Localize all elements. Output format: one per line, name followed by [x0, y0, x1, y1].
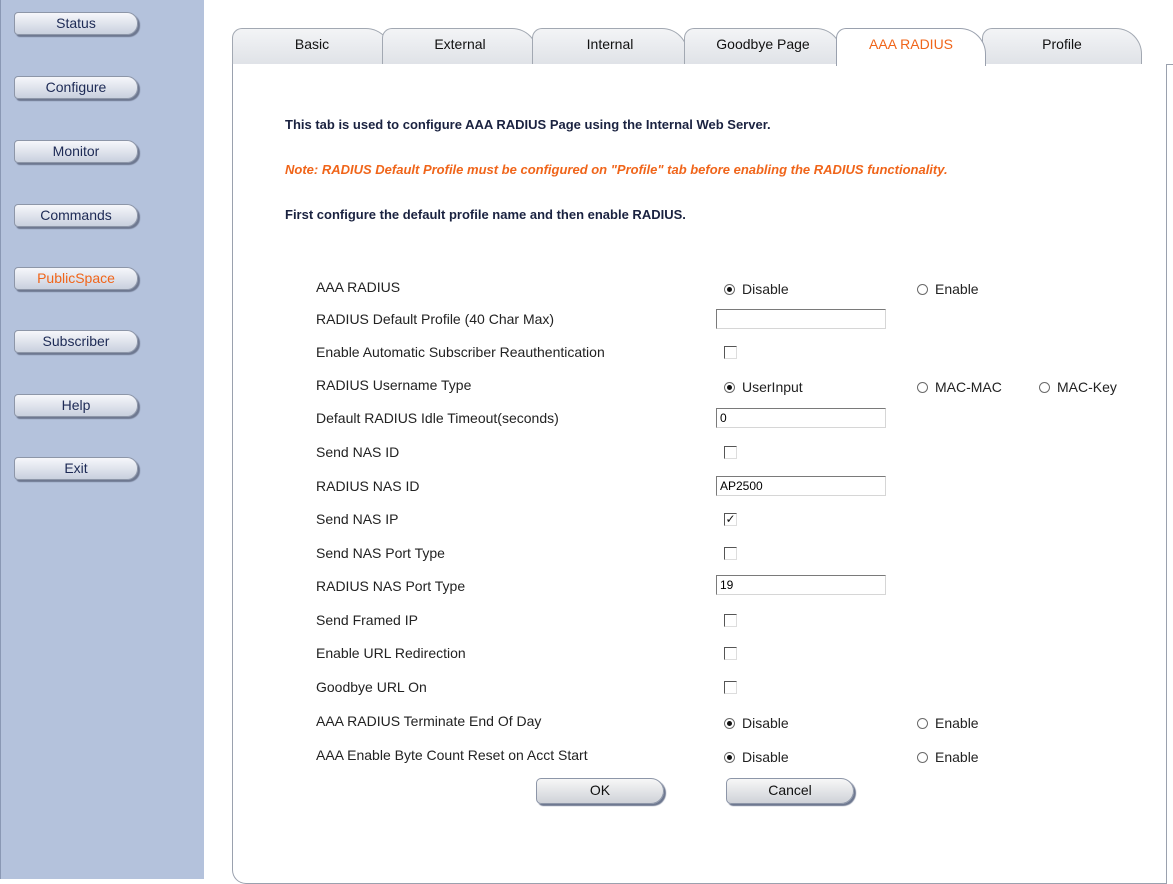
- radio-selected-icon: [724, 382, 735, 393]
- sidebar: Status Configure Monitor Commands Public…: [0, 0, 204, 879]
- radio-unselected-icon: [917, 382, 928, 393]
- send-nas-id-label: Send NAS ID: [316, 444, 400, 460]
- default-profile-input[interactable]: [716, 309, 886, 329]
- byte-reset-enable-radio[interactable]: Enable: [917, 749, 979, 765]
- send-nas-ip-label: Send NAS IP: [316, 511, 399, 527]
- aaa-radius-label: AAA RADIUS: [316, 279, 401, 295]
- username-type-label: RADIUS Username Type: [316, 377, 472, 393]
- idle-timeout-input[interactable]: [716, 408, 886, 428]
- tab-basic[interactable]: Basic: [232, 28, 392, 65]
- nas-port-type-label: RADIUS NAS Port Type: [316, 578, 466, 594]
- nav-configure-button[interactable]: Configure: [14, 76, 138, 99]
- nav-commands-button[interactable]: Commands: [14, 204, 138, 227]
- nav-status-button[interactable]: Status: [14, 12, 138, 35]
- nav-help-button[interactable]: Help: [14, 394, 138, 417]
- terminate-eod-enable-radio[interactable]: Enable: [917, 715, 979, 731]
- username-mac-mac-radio[interactable]: MAC-MAC: [917, 379, 1002, 395]
- radio-unselected-icon: [917, 752, 928, 763]
- nas-id-label: RADIUS NAS ID: [316, 478, 420, 494]
- send-nas-id-checkbox[interactable]: [724, 446, 737, 459]
- byte-reset-label: AAA Enable Byte Count Reset on Acct Star…: [316, 747, 588, 763]
- terminate-eod-disable-radio[interactable]: Disable: [724, 715, 789, 731]
- aaa-radius-enable-radio[interactable]: Enable: [917, 281, 979, 297]
- radio-selected-icon: [724, 718, 735, 729]
- radio-selected-icon: [724, 752, 735, 763]
- send-framed-ip-label: Send Framed IP: [316, 612, 418, 628]
- goodbye-url-label: Goodbye URL On: [316, 679, 427, 695]
- nas-port-type-input[interactable]: [716, 575, 886, 595]
- url-redirect-checkbox[interactable]: [724, 647, 737, 660]
- default-profile-label: RADIUS Default Profile (40 Char Max): [316, 311, 555, 327]
- idle-timeout-label: Default RADIUS Idle Timeout(seconds): [316, 410, 559, 426]
- radio-unselected-icon: [917, 718, 928, 729]
- send-nas-port-type-label: Send NAS Port Type: [316, 545, 445, 561]
- tab-goodbye-page[interactable]: Goodbye Page: [684, 28, 842, 65]
- tab-aaa-radius[interactable]: AAA RADIUS: [836, 28, 986, 66]
- terminate-eod-label: AAA RADIUS Terminate End Of Day: [316, 713, 542, 729]
- cancel-button[interactable]: Cancel: [726, 778, 854, 804]
- url-redirect-label: Enable URL Redirection: [316, 645, 466, 661]
- ok-button[interactable]: OK: [536, 778, 664, 804]
- auto-reauth-label: Enable Automatic Subscriber Reauthentica…: [316, 344, 605, 360]
- send-framed-ip-checkbox[interactable]: [724, 614, 737, 627]
- radio-unselected-icon: [1039, 382, 1050, 393]
- nas-id-input[interactable]: [716, 476, 886, 496]
- send-nas-ip-checkbox[interactable]: ✓: [724, 513, 737, 526]
- radio-unselected-icon: [917, 284, 928, 295]
- nav-publicspace-button[interactable]: PublicSpace: [14, 267, 138, 290]
- nav-subscriber-button[interactable]: Subscriber: [14, 330, 138, 353]
- instruction-text: First configure the default profile name…: [285, 207, 686, 222]
- tab-internal[interactable]: Internal: [532, 28, 688, 65]
- tab-external[interactable]: External: [382, 28, 538, 65]
- tab-profile[interactable]: Profile: [982, 28, 1142, 65]
- byte-reset-disable-radio[interactable]: Disable: [724, 749, 789, 765]
- auto-reauth-checkbox[interactable]: [724, 346, 737, 359]
- aaa-radius-disable-radio[interactable]: Disable: [724, 281, 789, 297]
- goodbye-url-checkbox[interactable]: [724, 681, 737, 694]
- radio-selected-icon: [724, 284, 735, 295]
- nav-exit-button[interactable]: Exit: [14, 457, 138, 480]
- username-userinput-radio[interactable]: UserInput: [724, 379, 803, 395]
- send-nas-port-type-checkbox[interactable]: [724, 547, 737, 560]
- note-text: Note: RADIUS Default Profile must be con…: [285, 162, 948, 177]
- intro-text: This tab is used to configure AAA RADIUS…: [285, 117, 771, 132]
- checkmark-icon: ✓: [725, 512, 736, 526]
- nav-monitor-button[interactable]: Monitor: [14, 140, 138, 163]
- username-mac-key-radio[interactable]: MAC-Key: [1039, 379, 1117, 395]
- tab-strip: Basic External Internal Goodbye Page AAA…: [232, 20, 1173, 66]
